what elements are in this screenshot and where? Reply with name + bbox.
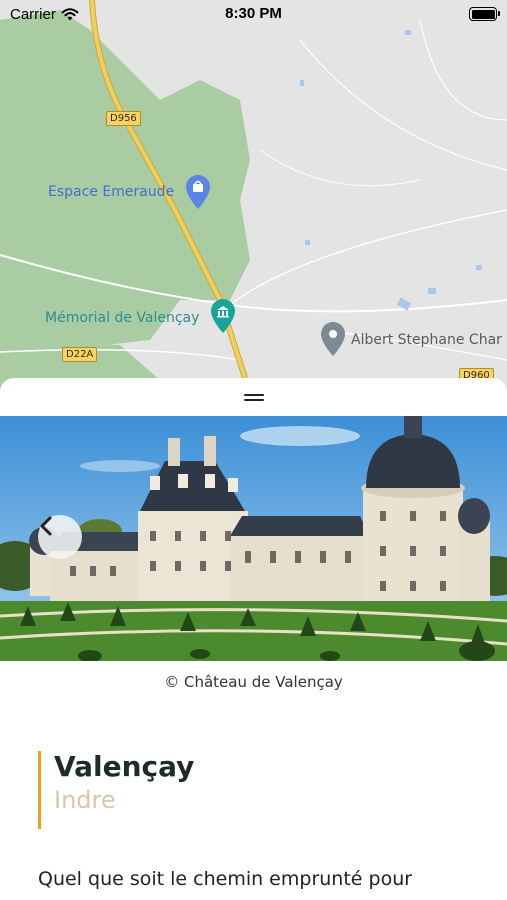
back-button[interactable] [38, 515, 82, 559]
road-shield-d22a: D22A [62, 347, 98, 362]
place-title: Valençay [54, 750, 195, 783]
poi-memorial-label[interactable]: Mémorial de Valençay [45, 310, 199, 326]
status-bar-time: 8:30 PM [225, 5, 282, 22]
shopping-bag-icon[interactable] [186, 175, 210, 209]
location-pin-icon[interactable] [321, 322, 345, 356]
chevron-left-icon [40, 516, 52, 536]
place-photo[interactable] [0, 416, 507, 661]
place-detail-sheet[interactable]: © Château de Valençay Valençay Indre Que… [0, 378, 507, 900]
drag-handle-icon[interactable] [244, 394, 264, 402]
road-shield-d956: D956 [106, 111, 141, 126]
photo-credit: © Château de Valençay [164, 673, 343, 691]
place-subtitle: Indre [54, 786, 116, 814]
status-bar: Carrier 8:30 PM [0, 0, 507, 28]
title-block: Valençay Indre [38, 751, 194, 829]
poi-albert-stephane-label[interactable]: Albert Stephane Char [351, 332, 502, 348]
battery-icon [469, 7, 500, 21]
monument-icon[interactable] [211, 299, 235, 333]
poi-espace-emeraude-label[interactable]: Espace Emeraude [48, 184, 174, 200]
place-description: Quel que soit le chemin emprunté pour [38, 868, 413, 890]
map-view[interactable]: D956 D22A D960 Espace Emeraude Mémorial … [0, 0, 507, 400]
